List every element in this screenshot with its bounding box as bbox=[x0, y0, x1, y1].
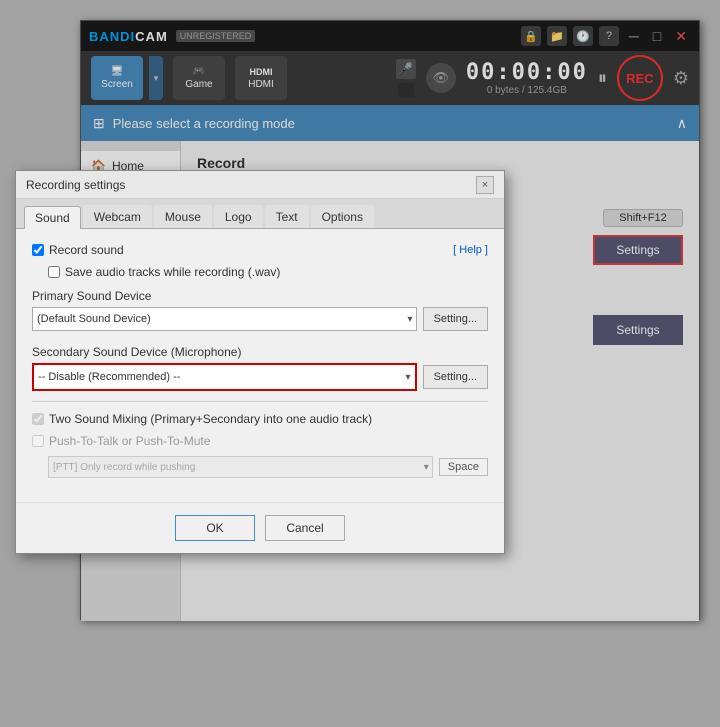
record-sound-label: Record sound bbox=[32, 243, 445, 257]
game-mode-label: Game bbox=[185, 79, 212, 90]
secondary-device-row: -- Disable (Recommended) -- ▾ Setting... bbox=[32, 363, 488, 391]
two-sound-mixing-checkbox[interactable] bbox=[32, 413, 44, 425]
minimize-button[interactable]: ─ bbox=[625, 28, 643, 44]
close-icon: × bbox=[482, 179, 488, 191]
dialog-body: Record sound [ Help ] Save audio tracks … bbox=[16, 229, 504, 498]
lock-icon[interactable]: 🔒 bbox=[521, 26, 541, 46]
microphone-icon: 🎤 bbox=[396, 59, 416, 79]
tab-options[interactable]: Options bbox=[311, 205, 374, 228]
collapse-icon[interactable]: ∧ bbox=[677, 115, 687, 132]
save-audio-label: Save audio tracks while recording (.wav) bbox=[48, 265, 488, 279]
ptt-mode-row: [PTT] Only record while pushing ▾ Space bbox=[32, 456, 488, 478]
dialog-tabs: Sound Webcam Mouse Logo Text Options bbox=[16, 199, 504, 229]
hdmi-mode-button[interactable]: HDMI HDMI bbox=[235, 56, 287, 100]
settings-button-2[interactable]: Settings bbox=[593, 315, 683, 345]
push-to-talk-checkbox[interactable] bbox=[32, 435, 44, 447]
two-sound-mixing-row: Two Sound Mixing (Primary+Secondary into… bbox=[32, 412, 488, 426]
primary-device-row: (Default Sound Device) ▾ Setting... bbox=[32, 307, 488, 331]
rec-button[interactable]: REC bbox=[617, 55, 663, 101]
file-size-text: 0 bytes / 125.4GB bbox=[466, 85, 588, 96]
webcam-icon: 👁 bbox=[426, 63, 456, 93]
recording-settings-dialog: Recording settings × Sound Webcam Mouse … bbox=[15, 170, 505, 554]
rec-label: REC bbox=[626, 71, 653, 86]
push-to-talk-label: Push-To-Talk or Push-To-Mute bbox=[32, 434, 488, 448]
cancel-button[interactable]: Cancel bbox=[265, 515, 345, 541]
record-sound-row: Record sound [ Help ] bbox=[32, 243, 488, 257]
mic-volume-group: 🎤 bbox=[396, 59, 416, 97]
toolbar-right: 🎤 👁 00:00:00 0 bytes / 125.4GB ⏸ REC ⚙ bbox=[396, 55, 689, 101]
record-sound-checkbox[interactable] bbox=[32, 244, 44, 256]
two-sound-mixing-text: Two Sound Mixing (Primary+Secondary into… bbox=[49, 412, 372, 426]
help-icon[interactable]: ? bbox=[599, 26, 619, 46]
bandicam-toolbar: 🖥 Screen ▾ 🎮 Game HDMI HDMI 🎤 👁 00:00:00… bbox=[81, 51, 699, 105]
tab-mouse[interactable]: Mouse bbox=[154, 205, 212, 228]
close-button[interactable]: ✕ bbox=[671, 28, 691, 45]
divider bbox=[32, 401, 488, 402]
section-title: Record bbox=[197, 155, 683, 171]
ok-button[interactable]: OK bbox=[175, 515, 255, 541]
hdmi-mode-label: HDMI bbox=[248, 79, 274, 90]
hdmi-icon: HDMI bbox=[250, 67, 273, 77]
record-sound-text: Record sound bbox=[49, 243, 124, 257]
push-to-talk-text: Push-To-Talk or Push-To-Mute bbox=[49, 434, 210, 448]
save-audio-row: Save audio tracks while recording (.wav) bbox=[32, 265, 488, 279]
bandicam-titlebar: BANDICAM UNREGISTERED 🔒 📁 🕐 ? ─ □ ✕ bbox=[81, 21, 699, 51]
hotkey2-value: Shift+F12 bbox=[603, 209, 683, 227]
gamepad-icon: 🎮 bbox=[193, 66, 205, 77]
save-audio-text: Save audio tracks while recording (.wav) bbox=[65, 265, 280, 279]
help-link[interactable]: [ Help ] bbox=[453, 244, 488, 256]
settings-gear-icon[interactable]: ⚙ bbox=[673, 68, 689, 89]
clock-icon[interactable]: 🕐 bbox=[573, 26, 593, 46]
tab-text[interactable]: Text bbox=[265, 205, 309, 228]
secondary-device-dropdown-wrapper: -- Disable (Recommended) -- ▾ bbox=[32, 363, 417, 391]
screen-mode-dropdown[interactable]: ▾ bbox=[149, 56, 163, 100]
volume-bar bbox=[398, 83, 414, 97]
mode-bar-text: Please select a recording mode bbox=[113, 116, 295, 131]
timer-display: 00:00:00 0 bytes / 125.4GB bbox=[466, 60, 588, 96]
maximize-button[interactable]: □ bbox=[649, 28, 665, 44]
secondary-setting-button[interactable]: Setting... bbox=[423, 365, 488, 389]
unregistered-badge: UNREGISTERED bbox=[176, 30, 256, 42]
primary-device-label: Primary Sound Device bbox=[32, 289, 488, 303]
dialog-title: Recording settings bbox=[26, 178, 476, 192]
screen-mode-button[interactable]: 🖥 Screen bbox=[91, 56, 143, 100]
titlebar-icons: 🔒 📁 🕐 ? ─ □ ✕ bbox=[521, 26, 691, 46]
primary-device-dropdown-wrapper: (Default Sound Device) ▾ bbox=[32, 307, 417, 331]
mode-selection-bar: ⊞ Please select a recording mode ∧ bbox=[81, 105, 699, 141]
ptt-select-wrapper: [PTT] Only record while pushing ▾ bbox=[48, 456, 433, 478]
push-to-talk-row: Push-To-Talk or Push-To-Mute bbox=[32, 434, 488, 448]
game-mode-button[interactable]: 🎮 Game bbox=[173, 56, 225, 100]
primary-setting-button[interactable]: Setting... bbox=[423, 307, 488, 331]
folder-icon[interactable]: 📁 bbox=[547, 26, 567, 46]
timer-text: 00:00:00 bbox=[466, 60, 588, 85]
screen-mode-label: Screen bbox=[101, 79, 133, 90]
primary-device-select[interactable]: (Default Sound Device) bbox=[32, 307, 417, 331]
ptt-key-badge: Space bbox=[439, 458, 488, 476]
secondary-device-select[interactable]: -- Disable (Recommended) -- bbox=[34, 365, 415, 389]
two-sound-mixing-label: Two Sound Mixing (Primary+Secondary into… bbox=[32, 412, 488, 426]
dialog-close-button[interactable]: × bbox=[476, 176, 494, 194]
settings-button-main[interactable]: Settings bbox=[593, 235, 683, 265]
tab-logo[interactable]: Logo bbox=[214, 205, 263, 228]
dialog-titlebar: Recording settings × bbox=[16, 171, 504, 199]
tab-sound[interactable]: Sound bbox=[24, 206, 81, 229]
grid-icon: ⊞ bbox=[93, 115, 105, 132]
monitor-icon: 🖥 bbox=[111, 66, 124, 77]
ptt-mode-select[interactable]: [PTT] Only record while pushing bbox=[48, 456, 433, 478]
tab-webcam[interactable]: Webcam bbox=[83, 205, 152, 228]
dialog-footer: OK Cancel bbox=[16, 502, 504, 553]
pause-button[interactable]: ⏸ bbox=[598, 68, 607, 89]
save-audio-checkbox[interactable] bbox=[48, 266, 60, 278]
secondary-device-label: Secondary Sound Device (Microphone) bbox=[32, 345, 488, 359]
bandicam-logo: BANDICAM bbox=[89, 29, 168, 44]
